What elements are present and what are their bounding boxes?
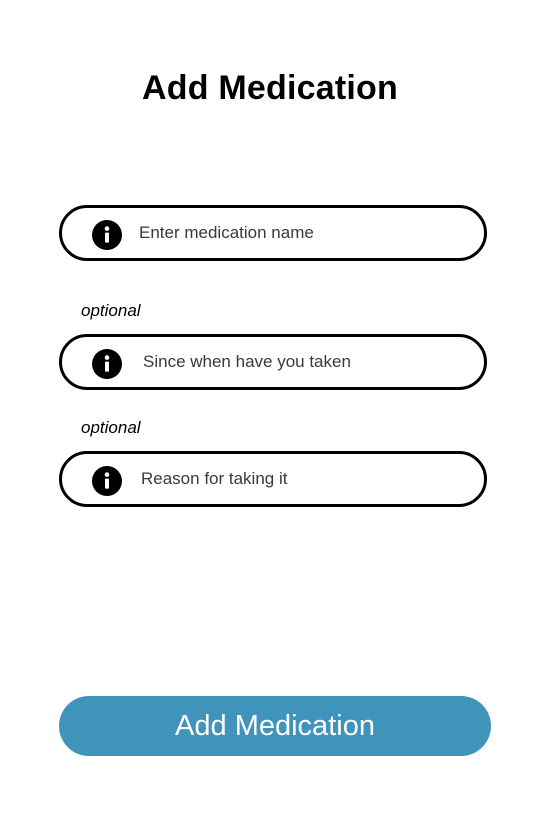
since-when-field-container — [59, 334, 487, 390]
info-icon — [92, 220, 122, 250]
reason-field-container — [59, 451, 487, 507]
add-medication-button[interactable]: Add Medication — [59, 696, 491, 756]
reason-optional-label: optional — [81, 418, 141, 437]
medication-name-field-container — [59, 205, 487, 261]
since-when-optional-label: optional — [81, 301, 141, 320]
since-when-input[interactable] — [143, 337, 460, 387]
add-medication-screen: Add Medication optional optional — [0, 0, 540, 840]
reason-input[interactable] — [141, 454, 460, 504]
medication-name-input[interactable] — [139, 208, 460, 258]
info-icon — [92, 349, 122, 379]
page-title: Add Medication — [142, 69, 398, 107]
info-icon — [92, 466, 122, 496]
